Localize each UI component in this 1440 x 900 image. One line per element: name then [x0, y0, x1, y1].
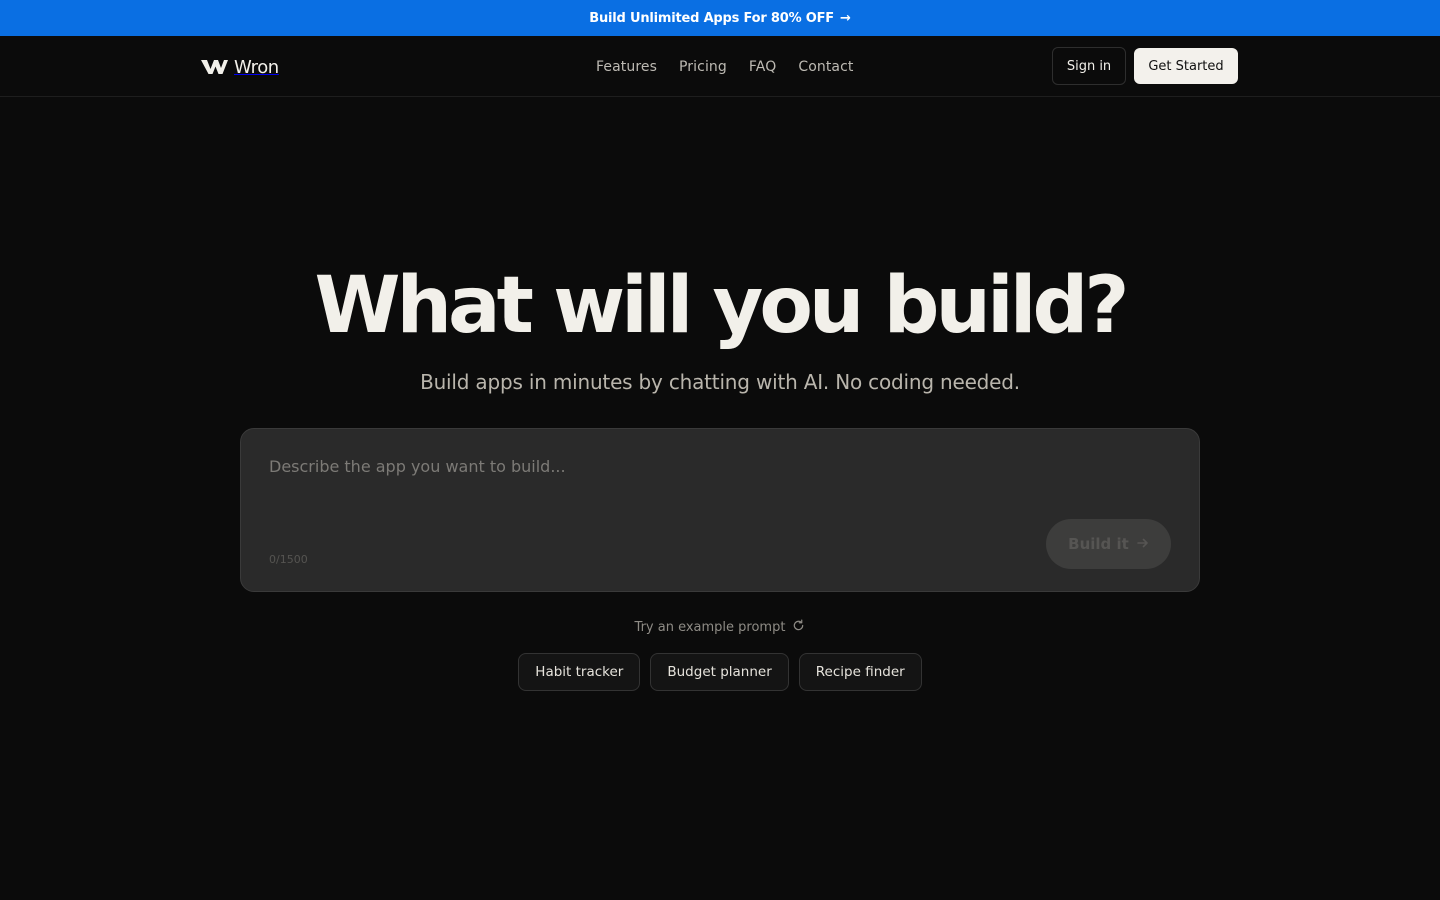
sign-in-button[interactable]: Sign in	[1052, 47, 1126, 85]
nav-link-contact[interactable]: Contact	[798, 59, 853, 75]
top-navigation: Wron Features Pricing FAQ Contact Sign i…	[0, 36, 1440, 97]
hero-title: What will you build?	[314, 261, 1129, 351]
arrow-right-icon	[1137, 535, 1149, 553]
w-logo-icon	[201, 59, 228, 75]
character-counter: 0/1500	[269, 553, 308, 566]
promo-banner-text: Build Unlimited Apps For 80% OFF	[589, 10, 834, 26]
promo-banner-link[interactable]: Build Unlimited Apps For 80% OFF →	[0, 0, 1440, 36]
build-it-label: Build it	[1068, 535, 1129, 553]
nav-links: Features Pricing FAQ Contact	[596, 56, 853, 78]
example-chip-budget-planner[interactable]: Budget planner	[650, 653, 789, 691]
refresh-icon[interactable]	[792, 619, 805, 636]
nav-link-pricing[interactable]: Pricing	[679, 59, 727, 75]
prompt-box: 0/1500 Build it	[240, 428, 1200, 592]
example-prompt-chips: Habit tracker Budget planner Recipe find…	[0, 653, 1440, 691]
nav-link-features[interactable]: Features	[596, 59, 657, 75]
example-chip-recipe-finder[interactable]: Recipe finder	[798, 653, 922, 691]
brand-name: Wron	[234, 56, 279, 78]
brand-logo-link[interactable]: Wron	[201, 56, 279, 78]
example-chip-habit-tracker[interactable]: Habit tracker	[518, 653, 641, 691]
nav-link-faq[interactable]: FAQ	[749, 59, 776, 75]
arrow-right-icon: →	[840, 10, 851, 26]
get-started-button[interactable]: Get Started	[1134, 48, 1238, 84]
app-description-input[interactable]	[269, 451, 1029, 481]
hero-subtitle: Build apps in minutes by chatting with A…	[420, 370, 1020, 394]
example-prompt-label-row: Try an example prompt	[0, 619, 1440, 636]
example-prompt-label: Try an example prompt	[634, 620, 786, 635]
build-it-button[interactable]: Build it	[1046, 519, 1171, 569]
